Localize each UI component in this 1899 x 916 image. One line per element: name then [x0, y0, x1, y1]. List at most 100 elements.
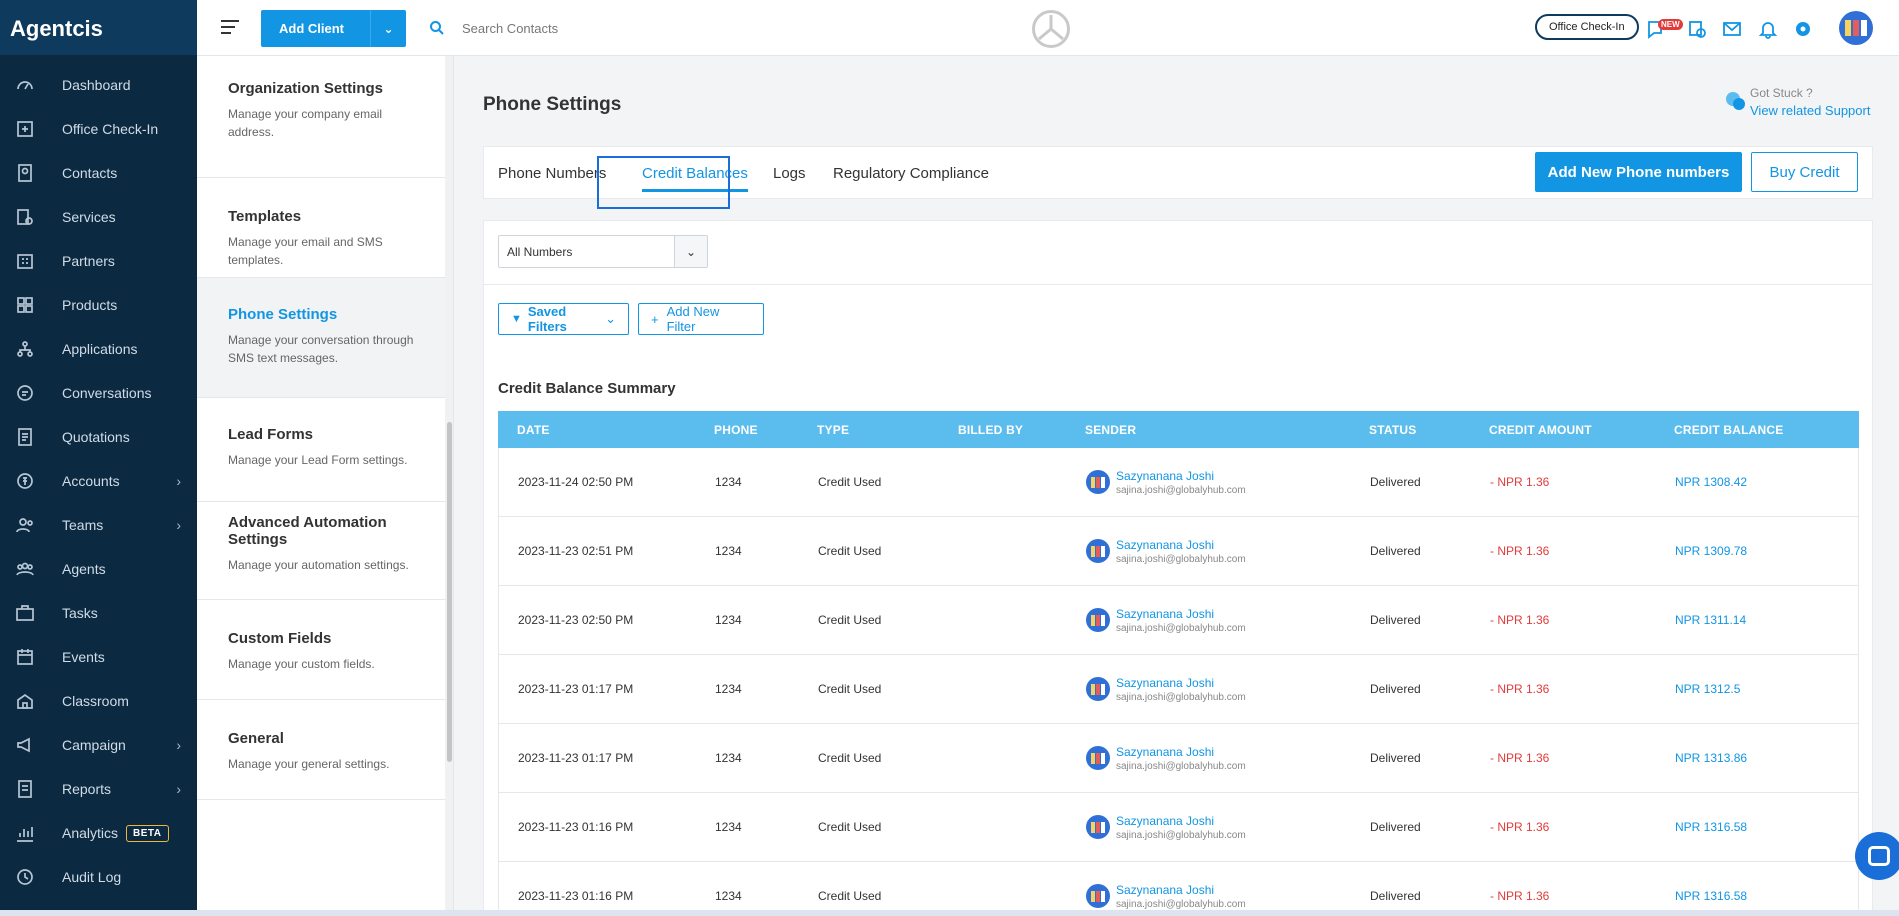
sender-email: sajina.joshi@globalyhub.com — [1116, 484, 1246, 496]
number-select-value: All Numbers — [507, 245, 573, 259]
sidebar-item-accounts[interactable]: Accounts › — [0, 459, 197, 503]
settings-item-phone-settings[interactable]: Phone Settings Manage your conversation t… — [197, 278, 445, 398]
table-row[interactable]: 2023-11-23 01:17 PM 1234 Credit Used Sazyna… — [498, 655, 1859, 724]
campaign-icon — [14, 735, 36, 755]
sender-name-link[interactable]: Sazynanana Joshi — [1116, 538, 1246, 552]
cell-credit-amount: - NPR 1.36 — [1490, 544, 1550, 558]
mail-icon[interactable] — [1722, 19, 1742, 39]
sidebar-item-classroom[interactable]: Classroom — [0, 679, 197, 723]
sidebar-item-reports[interactable]: Reports › — [0, 767, 197, 811]
brand-logo[interactable]: Agentcis — [0, 0, 197, 55]
audit-log-icon — [14, 867, 36, 887]
add-new-filter-button[interactable]: + Add New Filter — [638, 303, 764, 335]
chevron-down-icon[interactable]: ⌄ — [674, 236, 707, 267]
sidebar-item-conversations[interactable]: Conversations — [0, 371, 197, 415]
cell-status: Delivered — [1370, 820, 1421, 834]
sidebar-item-office-check-in[interactable]: Office Check-In — [0, 107, 197, 151]
chevron-right-icon[interactable]: › — [176, 737, 181, 753]
search-icon — [430, 21, 444, 35]
cell-status: Delivered — [1370, 613, 1421, 627]
task-check-icon[interactable] — [1687, 19, 1707, 39]
cell-sender: Sazynanana Joshi sajina.joshi@globalyhub.… — [1086, 883, 1370, 910]
cell-sender: Sazynanana Joshi sajina.joshi@globalyhub.… — [1086, 745, 1370, 772]
services-icon — [14, 207, 36, 227]
number-select[interactable]: All Numbers ⌄ — [498, 235, 708, 268]
view-support-link[interactable]: View related Support — [1750, 103, 1870, 118]
events-icon — [14, 647, 36, 667]
cell-phone: 1234 — [715, 751, 742, 765]
sidebar-item-audit-log[interactable]: Audit Log — [0, 855, 197, 899]
sidebar-item-partners[interactable]: Partners — [0, 239, 197, 283]
sender-avatar — [1086, 815, 1110, 839]
sender-avatar — [1086, 470, 1110, 494]
sender-email: sajina.joshi@globalyhub.com — [1116, 829, 1246, 841]
sidebar-item-tasks[interactable]: Tasks — [0, 591, 197, 635]
cell-credit-amount: - NPR 1.36 — [1490, 613, 1550, 627]
sidebar-item-services[interactable]: Services — [0, 195, 197, 239]
sender-name-link[interactable]: Sazynanana Joshi — [1116, 745, 1246, 759]
sender-name-link[interactable]: Sazynanana Joshi — [1116, 883, 1246, 897]
chevron-right-icon[interactable]: › — [176, 517, 181, 533]
sidebar-item-label: Audit Log — [62, 869, 122, 885]
sidebar-item-applications[interactable]: Applications — [0, 327, 197, 371]
live-chat-button[interactable] — [1855, 832, 1899, 880]
cell-credit-balance: NPR 1316.58 — [1675, 820, 1748, 834]
sender-name-link[interactable]: Sazynanana Joshi — [1116, 814, 1246, 828]
sidebar-item-campaign[interactable]: Campaign › — [0, 723, 197, 767]
chat-icon — [1868, 846, 1890, 866]
chevron-down-icon[interactable]: ⌄ — [370, 10, 406, 47]
settings-item-templates[interactable]: Templates Manage your email and SMS templ… — [197, 178, 445, 278]
user-avatar[interactable] — [1839, 11, 1873, 45]
search-contacts-input[interactable] — [462, 14, 762, 42]
sidebar-item-dashboard[interactable]: Dashboard — [0, 63, 197, 107]
cell-phone: 1234 — [715, 889, 742, 903]
settings-item-advanced-automation-settings[interactable]: Advanced Automation Settings Manage your … — [197, 502, 445, 600]
settings-item-general[interactable]: General Manage your general settings. — [197, 700, 445, 800]
products-icon — [14, 295, 36, 315]
chevron-right-icon[interactable]: › — [176, 781, 181, 797]
add-client-label: Add Client — [279, 21, 344, 36]
settings-item-lead-forms[interactable]: Lead Forms Manage your Lead Form settings… — [197, 398, 445, 502]
bell-icon[interactable] — [1758, 19, 1778, 39]
sidebar-item-contacts[interactable]: Contacts — [0, 151, 197, 195]
settings-item-custom-fields[interactable]: Custom Fields Manage your custom fields. — [197, 600, 445, 700]
sender-name-link[interactable]: Sazynanana Joshi — [1116, 469, 1246, 483]
menu-toggle-icon[interactable] — [221, 20, 239, 38]
office-checkin-button[interactable]: Office Check-In — [1535, 14, 1639, 40]
table-row[interactable]: 2023-11-23 01:16 PM 1234 Credit Used Sazyna… — [498, 793, 1859, 862]
table-row[interactable]: 2023-11-23 02:50 PM 1234 Credit Used Sazyna… — [498, 586, 1859, 655]
sender-name-link[interactable]: Sazynanana Joshi — [1116, 676, 1246, 690]
sidebar-item-agents[interactable]: Agents — [0, 547, 197, 591]
tab-phone-numbers[interactable]: Phone Numbers — [498, 165, 606, 182]
tab-regulatory-compliance[interactable]: Regulatory Compliance — [833, 165, 989, 182]
sidebar-item-label: Teams — [62, 517, 104, 533]
add-phone-numbers-button[interactable]: Add New Phone numbers — [1535, 152, 1742, 192]
sidebar-item-events[interactable]: Events — [0, 635, 197, 679]
chevron-down-icon: ⌄ — [605, 311, 616, 326]
quotations-icon — [14, 427, 36, 447]
tab-logs[interactable]: Logs — [773, 165, 806, 182]
cell-sender: Sazynanana Joshi sajina.joshi@globalyhub.… — [1086, 814, 1370, 841]
table-row[interactable]: 2023-11-23 01:17 PM 1234 Credit Used Sazyna… — [498, 724, 1859, 793]
cell-date: 2023-11-24 02:50 PM — [518, 475, 634, 489]
table-row[interactable]: 2023-11-23 01:16 PM 1234 Credit Used Sazyna… — [498, 862, 1859, 916]
settings-item-organization-settings[interactable]: Organization Settings Manage your company… — [197, 56, 445, 178]
table-row[interactable]: 2023-11-23 02:51 PM 1234 Credit Used Sazyna… — [498, 517, 1859, 586]
add-client-button[interactable]: Add Client ⌄ — [261, 10, 406, 47]
table-row[interactable]: 2023-11-24 02:50 PM 1234 Credit Used Sazyna… — [498, 448, 1859, 517]
sidebar-item-quotations[interactable]: Quotations — [0, 415, 197, 459]
settings-item-title: General — [228, 730, 284, 747]
saved-filters-button[interactable]: ▼ Saved Filters ⌄ — [498, 303, 629, 335]
help-link[interactable]: Got Stuck ? View related Support — [1724, 86, 1870, 118]
chevron-right-icon[interactable]: › — [176, 473, 181, 489]
column-header: STATUS — [1369, 422, 1417, 437]
buy-credit-button[interactable]: Buy Credit — [1751, 152, 1858, 192]
settings-scrollbar[interactable] — [445, 56, 453, 916]
sidebar-item-products[interactable]: Products — [0, 283, 197, 327]
sender-name-link[interactable]: Sazynanana Joshi — [1116, 607, 1246, 621]
table-header: DATE PHONE TYPE BILLED BY SENDER STATUS CREDIT… — [498, 411, 1859, 448]
gear-icon[interactable] — [1793, 19, 1813, 39]
sidebar-item-teams[interactable]: Teams › — [0, 503, 197, 547]
sidebar-item-analytics[interactable]: Analytics BETA — [0, 811, 197, 855]
tab-credit-balances[interactable]: Credit Balances — [642, 165, 748, 192]
